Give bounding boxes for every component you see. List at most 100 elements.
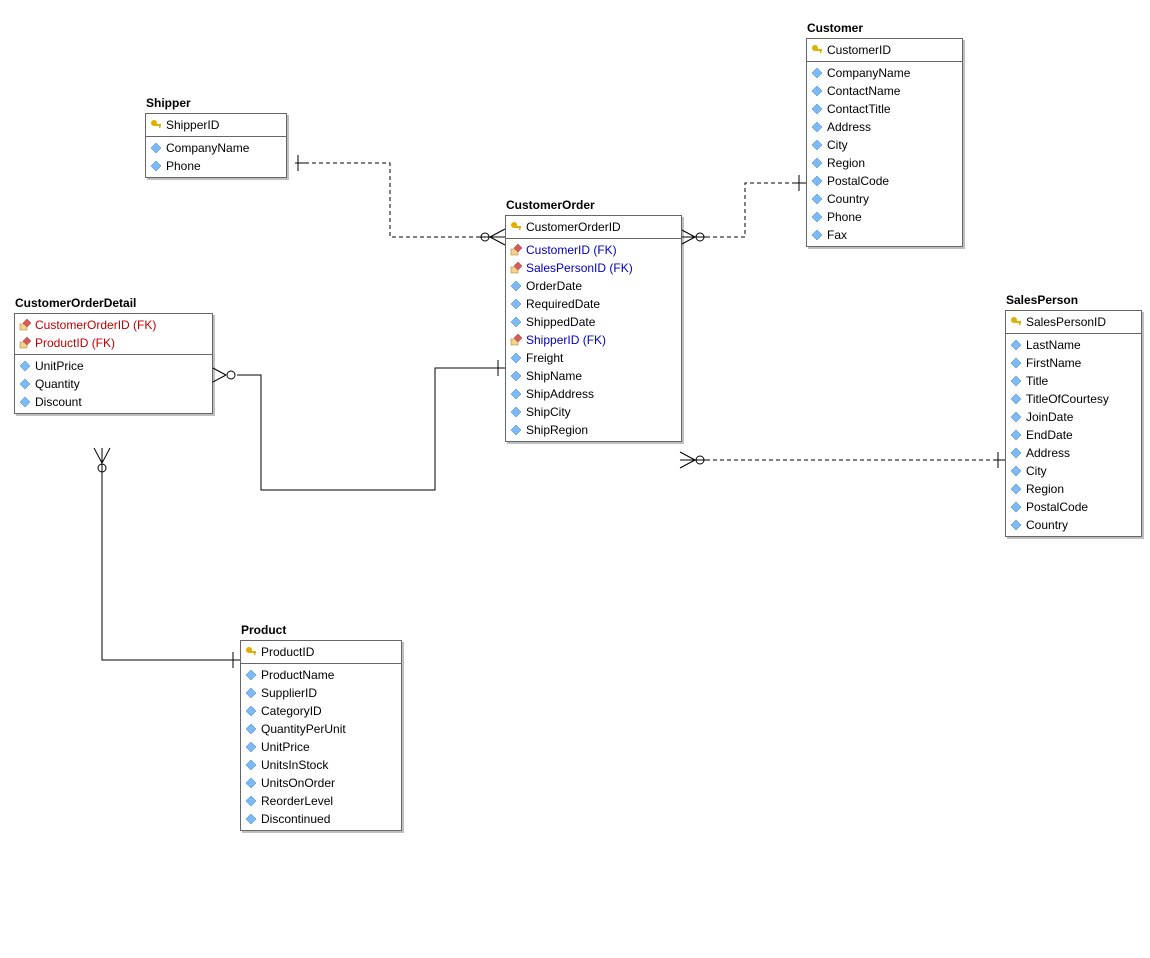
column-label: Address — [1026, 445, 1070, 461]
fk-icon — [510, 262, 522, 274]
column-row: Region — [1010, 480, 1137, 498]
column-label: Phone — [827, 209, 862, 225]
attribute-icon — [19, 378, 31, 390]
column-label: CustomerOrderID (FK) — [35, 317, 156, 333]
column-label: CustomerID (FK) — [526, 242, 617, 258]
column-label: ShipperID — [166, 117, 219, 133]
column-label: LastName — [1026, 337, 1081, 353]
pk-section: ProductID — [241, 641, 401, 664]
column-label: City — [827, 137, 848, 153]
attribute-icon — [811, 85, 823, 97]
attribute-icon — [19, 396, 31, 408]
attribute-icon — [510, 352, 522, 364]
column-label: ShipperID (FK) — [526, 332, 606, 348]
attribute-icon — [245, 777, 257, 789]
attribute-icon — [245, 741, 257, 753]
column-row: UnitsOnOrder — [245, 774, 397, 792]
column-row: Country — [811, 190, 958, 208]
column-label: RequiredDate — [526, 296, 600, 312]
attribute-icon — [19, 360, 31, 372]
column-row: OrderDate — [510, 277, 677, 295]
attribute-icon — [1010, 519, 1022, 531]
entity-product[interactable]: ProductProductIDProductNameSupplierIDCat… — [240, 640, 402, 831]
attribute-icon — [245, 723, 257, 735]
column-label: ProductID (FK) — [35, 335, 115, 351]
attribute-icon — [811, 121, 823, 133]
column-row: CustomerID (FK) — [510, 241, 677, 259]
column-row: LastName — [1010, 336, 1137, 354]
column-label: ProductID — [261, 644, 314, 660]
column-row: ProductName — [245, 666, 397, 684]
column-row: Discontinued — [245, 810, 397, 828]
attribute-icon — [811, 139, 823, 151]
column-row: Address — [1010, 444, 1137, 462]
column-row: CategoryID — [245, 702, 397, 720]
attribute-icon — [245, 759, 257, 771]
attribute-icon — [510, 316, 522, 328]
attribute-icon — [811, 211, 823, 223]
column-row: SalesPersonID (FK) — [510, 259, 677, 277]
column-label: JoinDate — [1026, 409, 1073, 425]
column-label: UnitPrice — [261, 739, 310, 755]
column-row: ProductID (FK) — [19, 334, 208, 352]
column-row: Address — [811, 118, 958, 136]
key-icon — [811, 44, 823, 56]
attribute-icon — [1010, 447, 1022, 459]
column-row: ProductID — [245, 643, 397, 661]
attribute-icon — [1010, 483, 1022, 495]
column-label: SalesPersonID — [1026, 314, 1106, 330]
column-label: Fax — [827, 227, 847, 243]
column-row: Country — [1010, 516, 1137, 534]
key-icon — [245, 646, 257, 658]
column-row: FirstName — [1010, 354, 1137, 372]
attr-section: LastNameFirstNameTitleTitleOfCourtesyJoi… — [1006, 334, 1141, 536]
attribute-icon — [510, 370, 522, 382]
key-icon — [1010, 316, 1022, 328]
column-label: ReorderLevel — [261, 793, 333, 809]
column-row: CustomerID — [811, 41, 958, 59]
entity-title: Customer — [807, 21, 863, 35]
column-label: ProductName — [261, 667, 334, 683]
column-row: ReorderLevel — [245, 792, 397, 810]
attribute-icon — [811, 193, 823, 205]
column-row: ShipName — [510, 367, 677, 385]
column-label: Region — [827, 155, 865, 171]
column-row: ShipperID (FK) — [510, 331, 677, 349]
pk-section: ShipperID — [146, 114, 286, 137]
entity-title: CustomerOrder — [506, 198, 595, 212]
column-row: City — [811, 136, 958, 154]
attribute-icon — [1010, 375, 1022, 387]
attribute-icon — [245, 795, 257, 807]
column-label: CompanyName — [827, 65, 910, 81]
column-row: ShipAddress — [510, 385, 677, 403]
column-row: TitleOfCourtesy — [1010, 390, 1137, 408]
column-label: ShipCity — [526, 404, 571, 420]
entity-customer-order[interactable]: CustomerOrderCustomerOrderIDCustomerID (… — [505, 215, 682, 442]
column-row: QuantityPerUnit — [245, 720, 397, 738]
column-row: EndDate — [1010, 426, 1137, 444]
column-label: ShipAddress — [526, 386, 594, 402]
attribute-icon — [245, 813, 257, 825]
column-label: CustomerOrderID — [526, 219, 621, 235]
entity-sales-person[interactable]: SalesPersonSalesPersonIDLastNameFirstNam… — [1005, 310, 1142, 537]
entity-shipper[interactable]: ShipperShipperIDCompanyNamePhone — [145, 113, 287, 178]
column-row: CustomerOrderID — [510, 218, 677, 236]
entity-title: CustomerOrderDetail — [15, 296, 136, 310]
column-label: CompanyName — [166, 140, 249, 156]
column-row: City — [1010, 462, 1137, 480]
attr-section: CompanyNamePhone — [146, 137, 286, 177]
entity-title: Product — [241, 623, 286, 637]
pk-section: CustomerOrderID (FK) ProductID (FK) — [15, 314, 212, 355]
entity-customer[interactable]: CustomerCustomerIDCompanyNameContactName… — [806, 38, 963, 247]
attribute-icon — [150, 142, 162, 154]
column-row: Fax — [811, 226, 958, 244]
attribute-icon — [150, 160, 162, 172]
attribute-icon — [1010, 339, 1022, 351]
attribute-icon — [811, 175, 823, 187]
attribute-icon — [510, 424, 522, 436]
attribute-icon — [510, 298, 522, 310]
column-label: Country — [1026, 517, 1068, 533]
column-label: UnitsOnOrder — [261, 775, 335, 791]
entity-customer-order-detail[interactable]: CustomerOrderDetailCustomerOrderID (FK)P… — [14, 313, 213, 414]
attr-section: CustomerID (FK)SalesPersonID (FK)OrderDa… — [506, 239, 681, 441]
